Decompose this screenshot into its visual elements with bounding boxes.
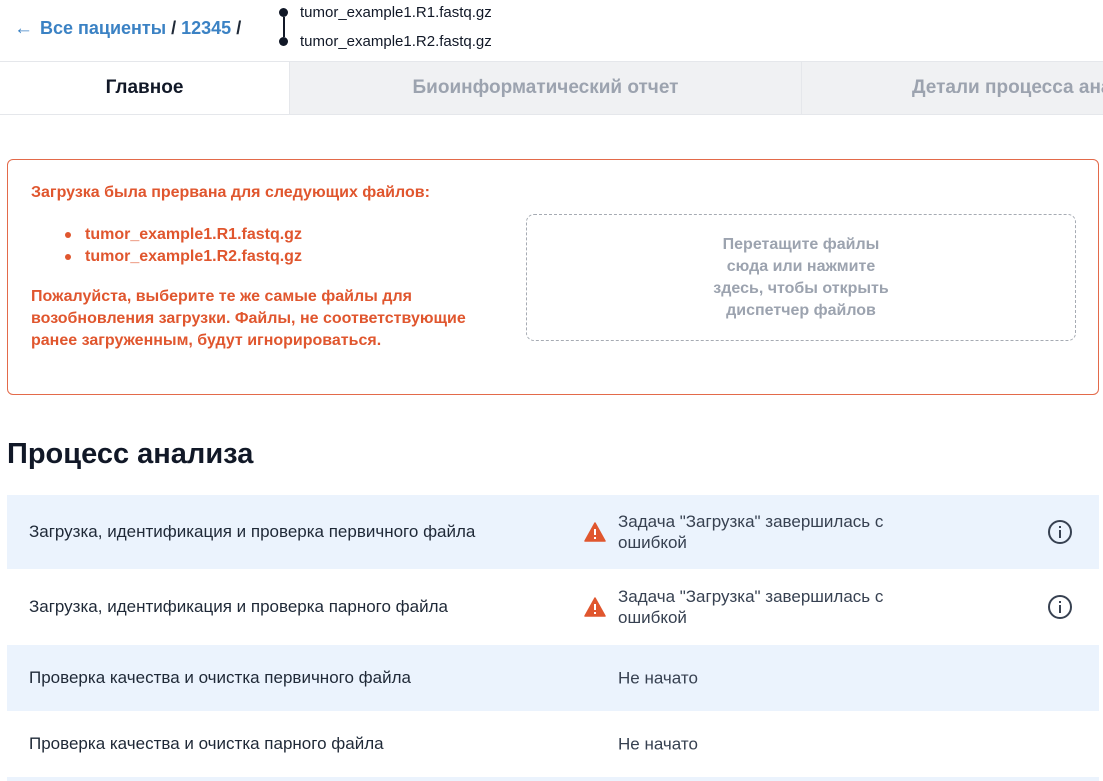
step-status: Не начато — [618, 734, 698, 754]
table-row: Загрузка, идентификация и проверка парно… — [7, 569, 1099, 645]
dropzone-label: Перетащите файлы сюда или нажмите здесь,… — [713, 235, 889, 319]
tab-main[interactable]: Главное — [0, 62, 289, 114]
file-item: tumor_example1.R2.fastq.gz — [278, 31, 492, 51]
step-name: Проверка качества и очистка первичного ф… — [29, 668, 411, 687]
file-name: tumor_example1.R1.fastq.gz — [300, 3, 492, 21]
step-name: Загрузка, идентификация и проверка перви… — [29, 522, 476, 541]
step-status: Задача "Загрузка" завершилась с ошибкой — [618, 587, 884, 627]
table-row: Проверка качества и очистка парного файл… — [7, 711, 1099, 777]
interrupted-files-list: tumor_example1.R1.fastq.gz tumor_example… — [65, 224, 302, 268]
process-steps-list: Загрузка, идентификация и проверка перви… — [7, 495, 1099, 781]
step-name: Проверка качества и очистка парного файл… — [29, 734, 384, 753]
file-dropzone[interactable]: Перетащите файлы сюда или нажмите здесь,… — [526, 214, 1076, 341]
alert-title: Загрузка была прервана для следующих фай… — [31, 184, 430, 201]
file-name: tumor_example1.R2.fastq.gz — [300, 32, 492, 50]
process-title: Процесс анализа — [7, 438, 254, 470]
file-pair: tumor_example1.R1.fastq.gz tumor_example… — [278, 2, 492, 51]
alert-message: Пожалуйста, выберите те же самые файлы д… — [31, 288, 466, 349]
tab-bar: Главное Биоинформатический отчет Детали … — [0, 61, 1103, 115]
file-dot-icon — [279, 36, 288, 46]
info-icon[interactable] — [1047, 594, 1073, 620]
warning-icon — [584, 522, 606, 542]
tab-bioinformatics-report[interactable]: Биоинформатический отчет — [289, 62, 801, 114]
info-icon[interactable] — [1047, 519, 1073, 545]
back-link-label: Все пациенты — [40, 17, 167, 38]
table-row: Проверка качества и очистка первичного ф… — [7, 645, 1099, 711]
step-status: Не начато — [618, 668, 698, 688]
file-dot-icon — [279, 7, 288, 17]
file-pair-connector — [283, 17, 285, 37]
back-to-patients-link[interactable]: ← Все пациенты — [14, 18, 166, 39]
list-item: tumor_example1.R1.fastq.gz — [65, 224, 302, 246]
table-row: Загрузка, идентификация и проверка перви… — [7, 495, 1099, 569]
warning-icon — [584, 597, 606, 617]
breadcrumb: ← Все пациенты / 12345 / — [14, 16, 246, 40]
step-name: Загрузка, идентификация и проверка парно… — [29, 597, 448, 616]
list-item: tumor_example1.R2.fastq.gz — [65, 246, 302, 268]
file-item: tumor_example1.R1.fastq.gz — [278, 2, 492, 22]
step-status: Задача "Загрузка" завершилась с ошибкой — [618, 512, 884, 552]
tab-analysis-details[interactable]: Детали процесса анализа — [801, 62, 1103, 114]
arrow-left-icon: ← — [14, 17, 33, 39]
patient-id-link[interactable]: 12345 — [181, 18, 231, 39]
breadcrumb-separator: / — [171, 17, 177, 38]
upload-interrupted-alert: Загрузка была прервана для следующих фай… — [7, 159, 1099, 395]
breadcrumb-separator: / — [236, 17, 242, 38]
table-row — [7, 777, 1099, 781]
